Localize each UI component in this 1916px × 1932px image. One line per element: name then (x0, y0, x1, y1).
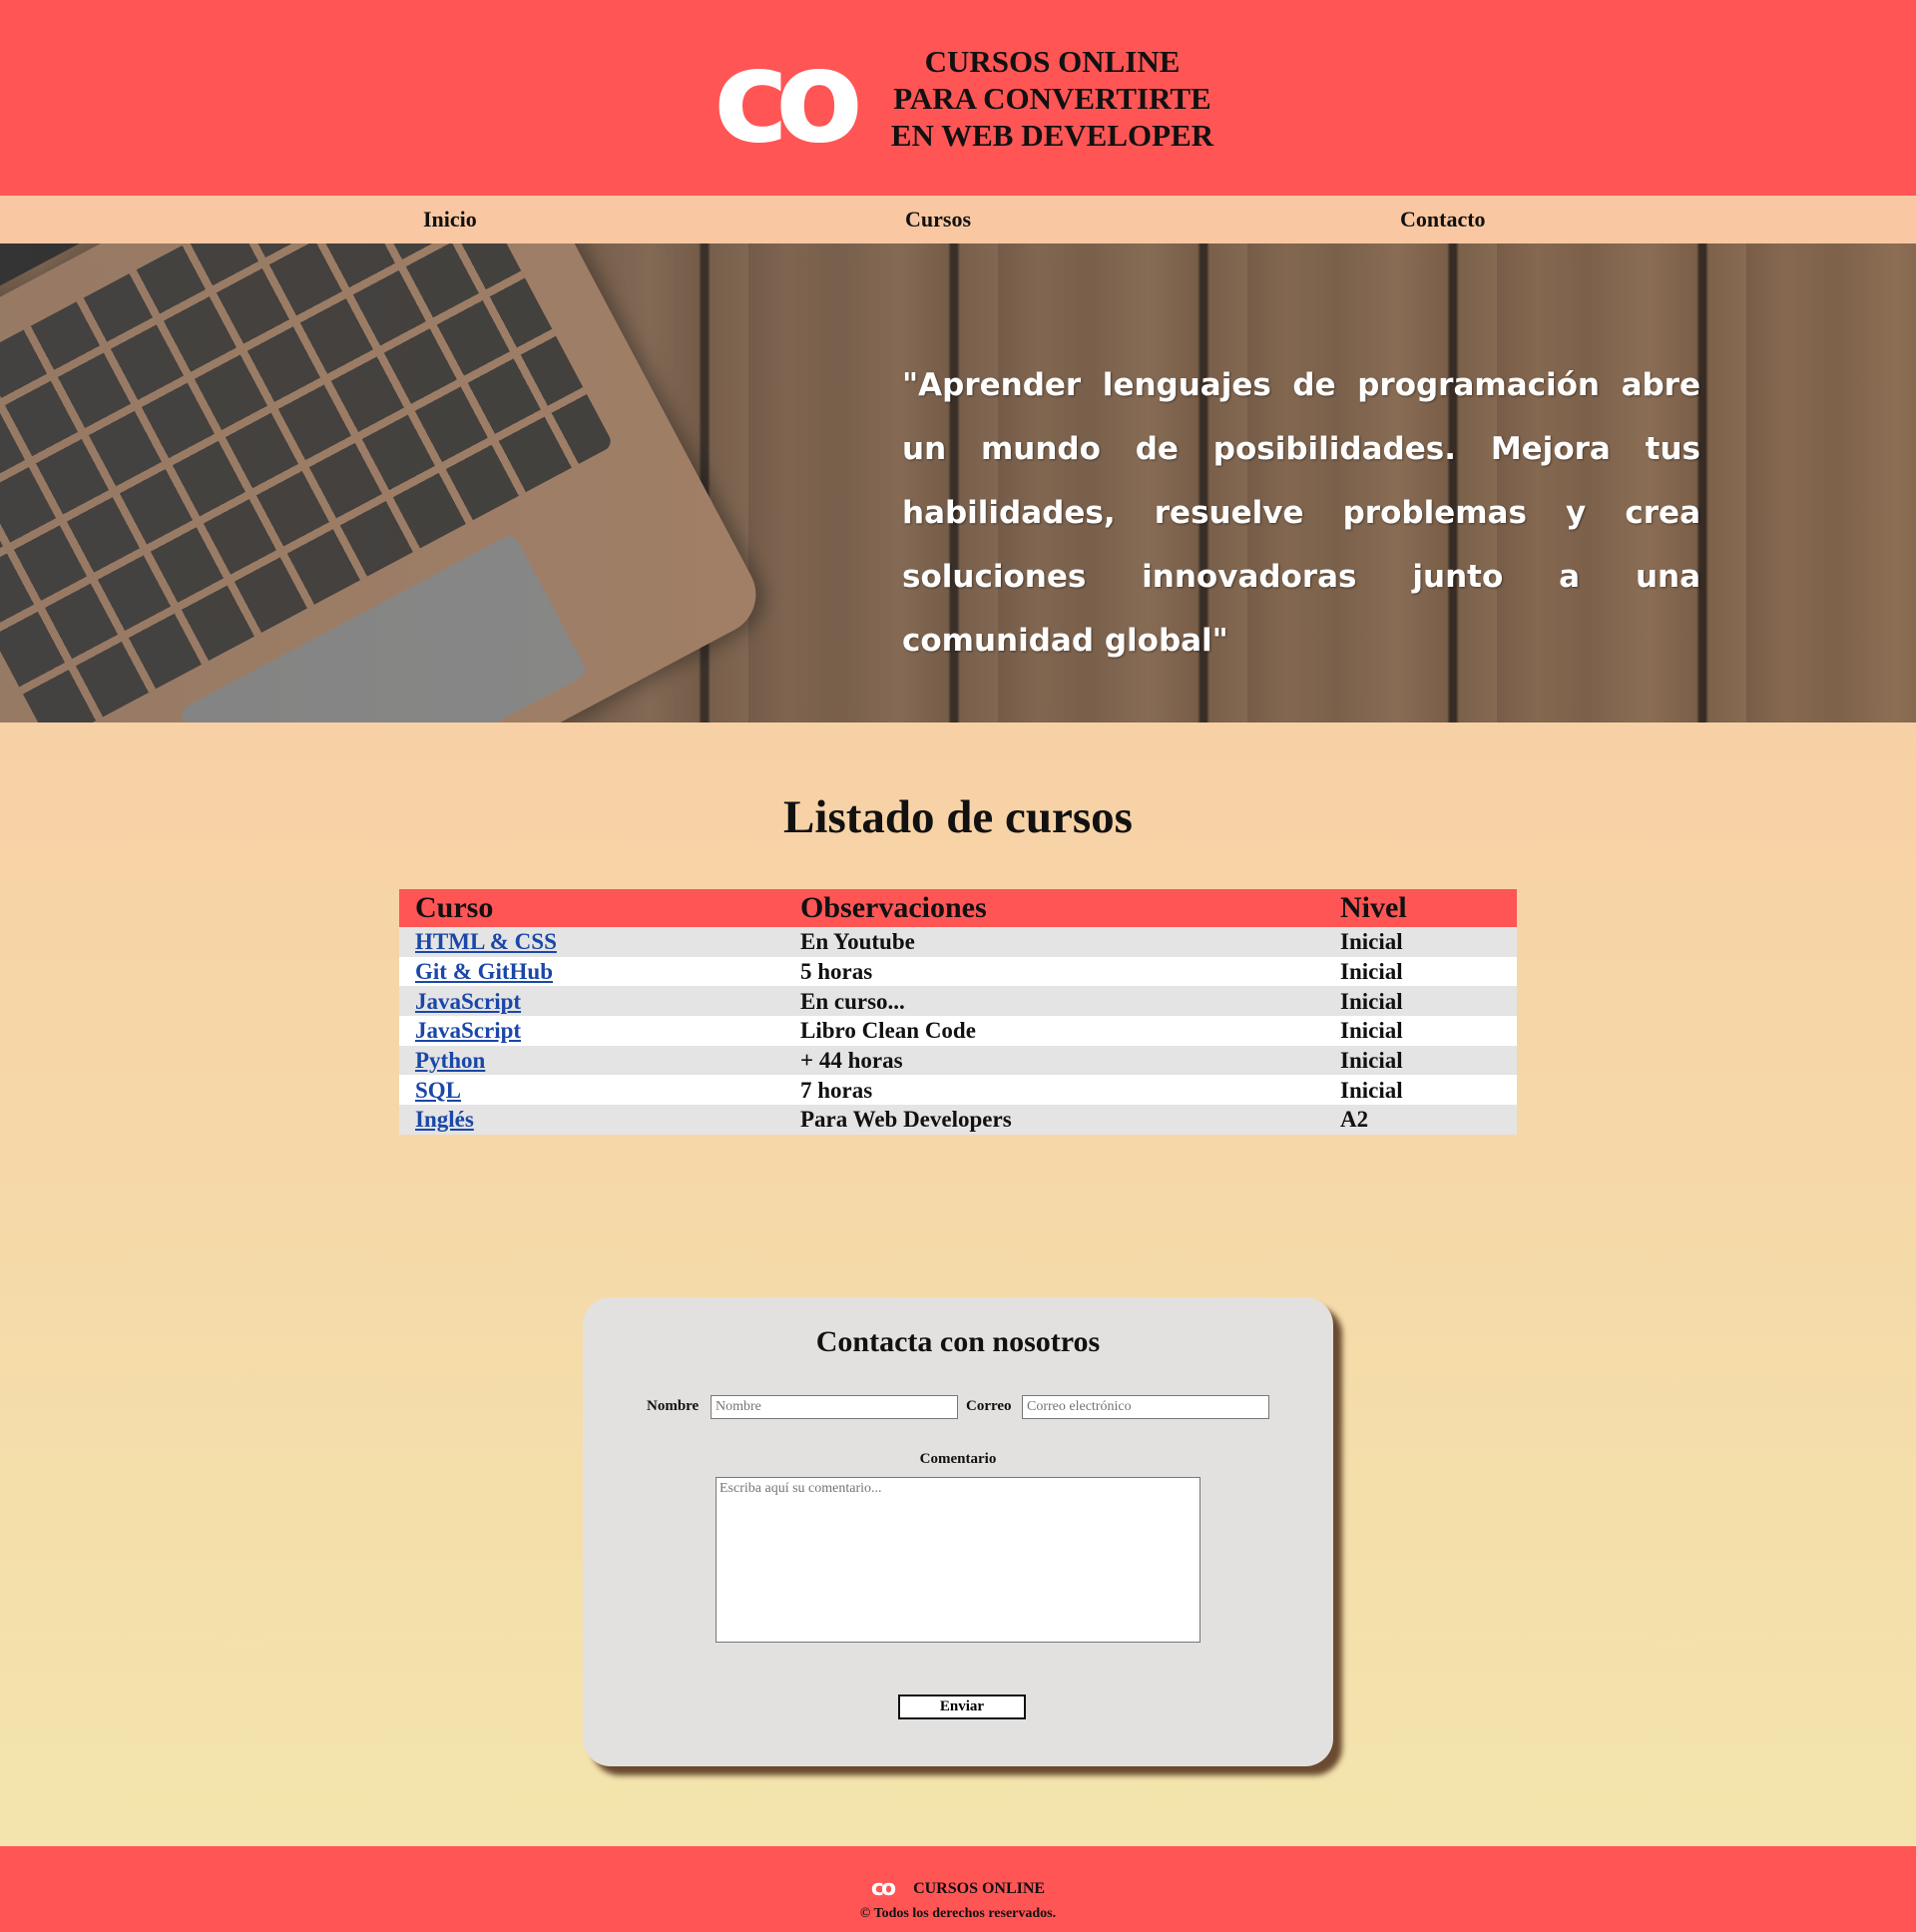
course-cell: Git & GitHub (399, 956, 784, 987)
notes-cell: 5 horas (784, 956, 1324, 987)
hero-banner: "Aprender lenguajes de programación abre… (0, 243, 1916, 723)
course-link[interactable]: Git & GitHub (415, 959, 553, 984)
course-link[interactable]: JavaScript (415, 989, 521, 1014)
email-label: Correo (966, 1398, 1012, 1414)
column-header-curso: Curso (399, 889, 784, 927)
level-cell: Inicial (1324, 1075, 1517, 1106)
course-cell: SQL (399, 1075, 784, 1106)
notes-cell: En Youtube (784, 927, 1324, 957)
notes-cell: 7 horas (784, 1075, 1324, 1106)
level-cell: Inicial (1324, 986, 1517, 1017)
table-row: JavaScript En curso... Inicial (399, 986, 1517, 1017)
course-link[interactable]: SQL (415, 1078, 461, 1103)
footer-brand-name: CURSOS ONLINE (913, 1879, 1046, 1897)
name-label: Nombre (647, 1398, 700, 1414)
site-title-line: CURSOS ONLINE (924, 43, 1181, 79)
site-title: CURSOS ONLINE PARA CONVERTIRTE EN WEB DE… (883, 43, 1222, 154)
course-link[interactable]: Inglés (415, 1107, 474, 1132)
notes-cell: Libro Clean Code (784, 1016, 1324, 1046)
table-row: Git & GitHub 5 horas Inicial (399, 956, 1517, 987)
table-header-row: Curso Observaciones Nivel (399, 889, 1517, 927)
contact-title: Contacta con nosotros (815, 1325, 1101, 1358)
site-header: co CURSOS ONLINE PARA CONVERTIRTE EN WEB… (0, 0, 1916, 196)
email-input[interactable] (1022, 1395, 1269, 1419)
hero-quote: "Aprender lenguajes de programación abre… (902, 367, 1700, 659)
table-row: Inglés Para Web Developers A2 (399, 1105, 1517, 1135)
site-title-line: EN WEB DEVELOPER (890, 117, 1214, 153)
notes-cell: En curso... (784, 986, 1324, 1017)
nav-item-inicio[interactable]: Inicio (423, 196, 477, 243)
footer-brand: co CURSOS ONLINE (0, 1876, 1916, 1901)
table-row: SQL 7 horas Inicial (399, 1075, 1517, 1106)
submit-button[interactable]: Enviar (898, 1694, 1026, 1719)
column-header-observaciones: Observaciones (784, 889, 1324, 927)
courses-table: Curso Observaciones Nivel HTML & CSS En … (399, 889, 1517, 1135)
course-cell: JavaScript (399, 986, 784, 1017)
notes-cell: + 44 horas (784, 1045, 1324, 1076)
name-input[interactable] (711, 1395, 958, 1419)
footer-logo: co (870, 1876, 896, 1901)
level-cell: Inicial (1324, 956, 1517, 987)
level-cell: A2 (1324, 1105, 1517, 1135)
level-cell: Inicial (1324, 1045, 1517, 1076)
table-row: JavaScript Libro Clean Code Inicial (399, 1016, 1517, 1046)
level-cell: Inicial (1324, 927, 1517, 957)
nav-item-contacto[interactable]: Contacto (1400, 196, 1486, 243)
notes-cell: Para Web Developers (784, 1105, 1324, 1135)
copyright-text: © Todos los derechos reservados. (859, 1906, 1057, 1921)
site-footer: co CURSOS ONLINE © Todos los derechos re… (0, 1846, 1916, 1932)
main-nav: Inicio Cursos Contacto (0, 196, 1916, 243)
comment-label: Comentario (919, 1451, 997, 1467)
logo[interactable]: co (695, 34, 869, 162)
site-title-line: PARA CONVERTIRTE (893, 80, 1211, 116)
courses-title: Listado de cursos (783, 791, 1133, 843)
comment-textarea[interactable] (716, 1477, 1200, 1643)
course-link[interactable]: JavaScript (415, 1018, 521, 1043)
column-header-nivel: Nivel (1324, 889, 1517, 927)
table-row: Python + 44 horas Inicial (399, 1045, 1517, 1076)
course-cell: HTML & CSS (399, 927, 784, 957)
course-link[interactable]: HTML & CSS (415, 929, 557, 954)
course-link[interactable]: Python (415, 1048, 485, 1073)
course-cell: Inglés (399, 1105, 784, 1135)
course-cell: JavaScript (399, 1016, 784, 1046)
nav-item-cursos[interactable]: Cursos (905, 196, 971, 243)
contact-form: Contacta con nosotros Nombre Correo Come… (583, 1297, 1333, 1766)
table-row: HTML & CSS En Youtube Inicial (399, 927, 1517, 957)
course-cell: Python (399, 1045, 784, 1076)
level-cell: Inicial (1324, 1016, 1517, 1046)
